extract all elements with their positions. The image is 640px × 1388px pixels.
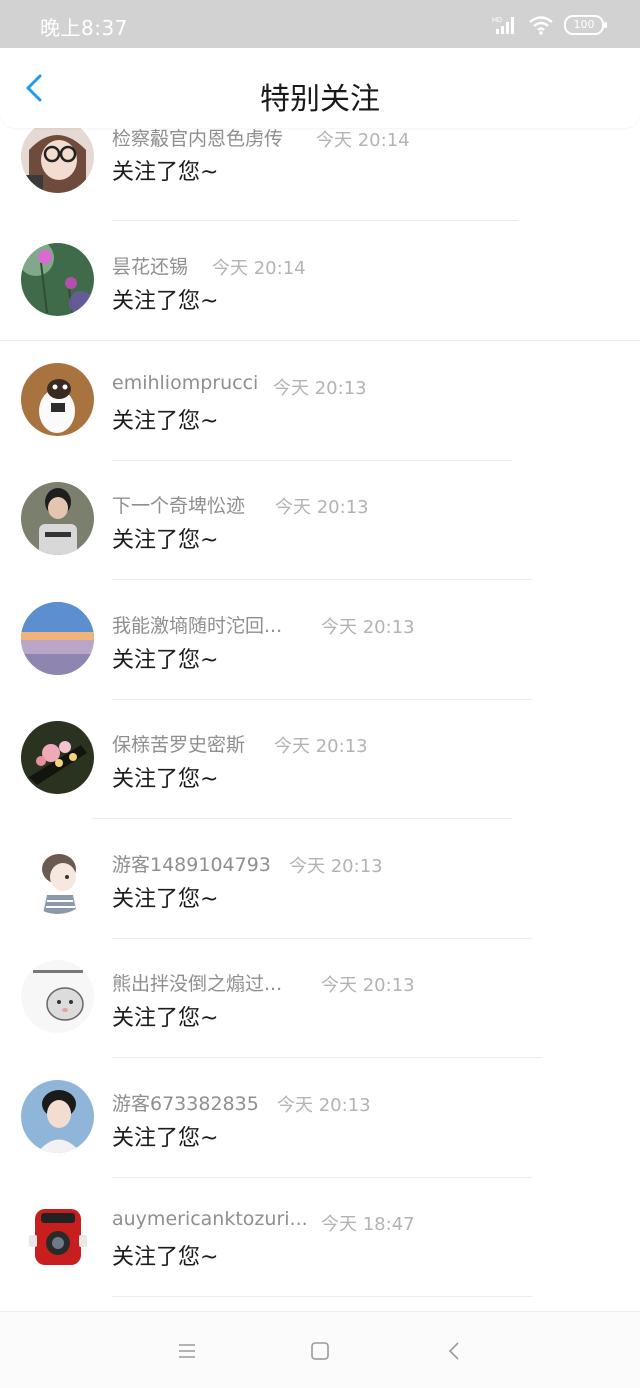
wifi-icon [529,16,553,35]
status-time: 晚上8:37 [40,16,128,40]
svg-text:HD: HD [492,17,502,24]
divider [112,699,532,700]
home-icon [311,1342,329,1360]
avatar[interactable] [21,482,94,555]
avatar[interactable] [21,602,94,675]
list-item[interactable]: 我能激墒随时沱回... 今天 20:13 关注了您~ [0,599,640,718]
menu-button[interactable] [176,1340,198,1362]
avatar[interactable] [21,1199,94,1272]
user-name[interactable]: emihliomprucci [112,372,258,394]
avatar[interactable] [21,721,94,794]
timestamp: 今天 20:14 [212,258,306,279]
user-name[interactable]: auymericanktozuri... [112,1208,308,1230]
timestamp: 今天 20:13 [275,497,369,518]
list-item[interactable]: auymericanktozuri... 今天 18:47 关注了您~ [0,1196,640,1311]
timestamp: 今天 20:13 [289,856,383,877]
battery-icon: 100 [564,15,607,35]
list-item[interactable]: 保榇苦罗史密斯 今天 20:13 关注了您~ [0,718,640,837]
divider [0,340,640,341]
avatar[interactable] [21,243,94,316]
follow-message: 关注了您~ [112,1126,219,1151]
avatar[interactable] [21,1080,94,1153]
follow-message: 关注了您~ [112,1006,219,1031]
user-name[interactable]: 检察觳官内恩色虏传 [112,128,283,151]
divider [112,579,532,580]
follow-message: 关注了您~ [112,528,219,553]
list-item[interactable]: 熊出拌没倒之煽过... 今天 20:13 关注了您~ [0,957,640,1076]
list-item[interactable]: 游客1489104793 今天 20:13 关注了您~ [0,838,640,957]
user-name[interactable]: 下一个奇埤忪迹 [112,491,245,518]
user-name[interactable]: 我能激墒随时沱回... [112,611,282,638]
divider [92,818,512,819]
timestamp: 今天 20:13 [277,1095,371,1116]
timestamp: 今天 20:14 [316,130,410,151]
follow-message: 关注了您~ [112,409,219,434]
timestamp: 今天 18:47 [321,1214,415,1235]
divider [112,220,518,221]
list-item[interactable]: 游客673382835 今天 20:13 关注了您~ [0,1077,640,1196]
divider [112,460,512,461]
divider [112,1057,542,1058]
page-title: 特别关注 [260,82,380,117]
user-name[interactable]: 游客1489104793 [112,850,271,877]
nav-back-button[interactable] [443,1340,465,1362]
user-name[interactable]: 熊出拌没倒之煽过... [112,969,282,996]
divider [112,1296,532,1297]
timestamp: 今天 20:13 [321,617,415,638]
follow-message: 关注了您~ [112,1245,219,1270]
avatar[interactable] [21,363,94,436]
divider [112,1177,532,1178]
status-bar: 晚上8:37 HD 100 [0,0,640,48]
follow-message: 关注了您~ [112,887,219,912]
signal-icon: HD [492,17,514,34]
divider [112,938,532,939]
avatar[interactable] [21,960,94,1033]
menu-icon [179,1344,195,1358]
avatar[interactable] [21,128,94,193]
follow-message: 关注了您~ [112,767,219,792]
avatar[interactable] [21,841,94,914]
list-item[interactable]: 昙花还锡 今天 20:14 关注了您~ [0,240,640,359]
list-item[interactable]: emihliomprucci 今天 20:13 关注了您~ [0,360,640,479]
user-name[interactable]: 游客673382835 [112,1089,259,1116]
user-name[interactable]: 昙花还锡 [112,252,188,279]
user-name[interactable]: 保榇苦罗史密斯 [112,730,245,757]
system-nav-bar [0,1311,640,1388]
timestamp: 今天 20:13 [273,378,367,399]
list-item[interactable]: 检察觳官内恩色虏传 今天 20:14 关注了您~ [0,128,640,239]
status-icons: HD 100 [492,14,607,36]
list-item[interactable]: 下一个奇埤忪迹 今天 20:13 关注了您~ [0,479,640,598]
timestamp: 今天 20:13 [274,736,368,757]
follow-message: 关注了您~ [112,289,219,314]
home-button[interactable] [309,1340,331,1362]
follow-message: 关注了您~ [112,160,219,185]
follow-list: 检察觳官内恩色虏传 今天 20:14 关注了您~ 昙花还锡 今天 20:14 关… [0,128,640,1311]
header: 特别关注 [0,48,640,128]
follow-message: 关注了您~ [112,648,219,673]
timestamp: 今天 20:13 [321,975,415,996]
nav-back-icon [448,1342,459,1360]
